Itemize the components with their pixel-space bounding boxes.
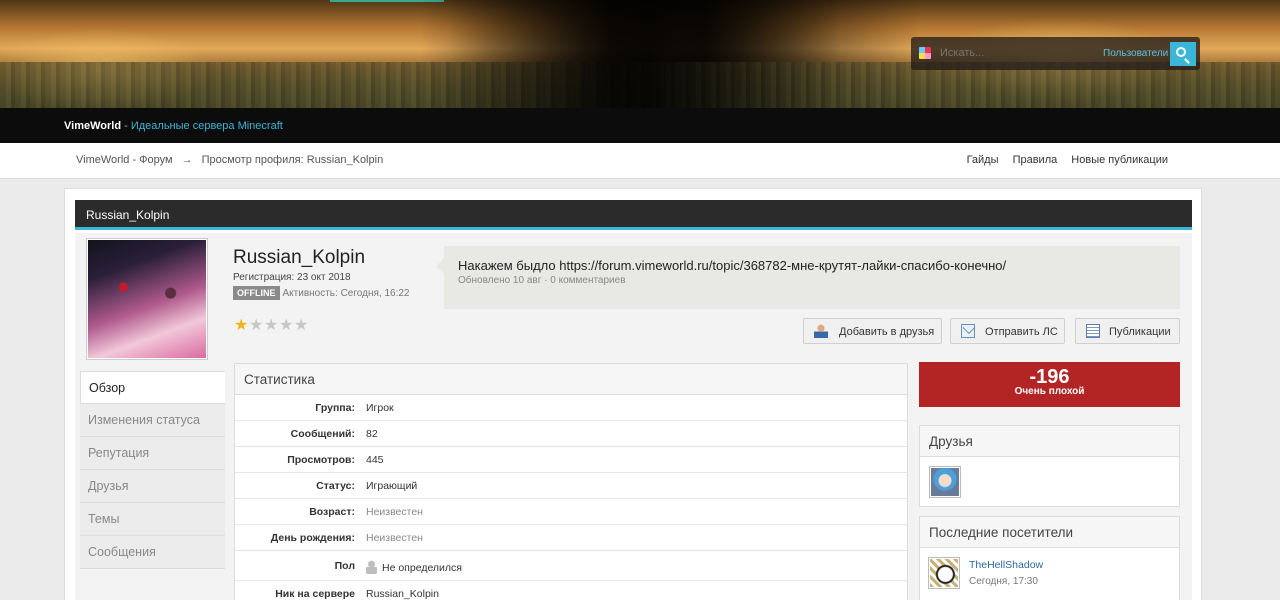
stats-key: Просмотров: xyxy=(287,454,355,466)
link-guides[interactable]: Гайды xyxy=(967,154,999,166)
stats-value: Игрок xyxy=(366,402,394,414)
stats-value: Неизвестен xyxy=(366,532,423,544)
stats-row: Просмотров: 445 xyxy=(235,447,907,473)
stats-row: День рождения: Неизвестен xyxy=(235,525,907,551)
tab-overview[interactable]: Обзор xyxy=(80,371,225,404)
profile-header: Russian_Kolpin xyxy=(75,200,1192,230)
profile-activity: OFFLINE Активность: Сегодня, 16:22 xyxy=(233,286,409,300)
visitor-avatar[interactable] xyxy=(928,557,960,589)
profile-name: Russian_Kolpin xyxy=(233,247,366,268)
search-input[interactable] xyxy=(940,42,1090,64)
breadcrumb-home[interactable]: VimeWorld - Форум xyxy=(76,154,173,166)
brand-bar: VimeWorld - Идеальные сервера Minecraft xyxy=(0,108,1280,143)
stats-key: Статус: xyxy=(316,480,355,492)
star-icon: ★ xyxy=(249,317,264,334)
recent-visitors-title: Последние посетители xyxy=(920,517,1179,548)
status-update: Накажем быдло https://forum.vimeworld.ru… xyxy=(436,246,1180,309)
stats-box: Статистика Группа: Игрок Сообщений: 82 Про… xyxy=(234,363,908,600)
search-box: Пользователи xyxy=(911,37,1200,70)
tab-reputation[interactable]: Репутация xyxy=(80,437,225,470)
friends-box: Друзья xyxy=(919,425,1180,507)
brand-separator: - xyxy=(121,120,131,132)
stats-key: День рождения: xyxy=(270,532,355,544)
brand-tagline: Идеальные сервера Minecraft xyxy=(130,120,283,132)
visitor-time: Сегодня, 17:30 xyxy=(969,576,1038,587)
activity-text: Активность: Сегодня, 16:22 xyxy=(282,288,410,299)
stats-value: 445 xyxy=(366,454,384,466)
send-message-label: Отправить ЛС xyxy=(985,326,1058,338)
friends-title: Друзья xyxy=(920,426,1179,457)
star-icon: ★ xyxy=(234,317,249,334)
profile-header-name: Russian_Kolpin xyxy=(86,208,170,222)
search-button[interactable] xyxy=(1170,42,1196,66)
add-user-icon xyxy=(814,324,828,338)
stats-value: Играющий xyxy=(366,480,418,492)
stats-key: Пол xyxy=(334,560,355,572)
breadcrumb-arrow-icon: → xyxy=(181,154,193,166)
star-icon: ★ xyxy=(264,317,279,334)
link-rules[interactable]: Правила xyxy=(1013,154,1058,166)
recent-visitors-box: Последние посетители TheHellShadow Сегод… xyxy=(919,516,1180,600)
banner-shadow xyxy=(420,0,840,108)
add-friend-button[interactable]: Добавить в друзья xyxy=(803,318,942,344)
stats-row: Пол Не определился xyxy=(235,551,907,581)
tab-topics[interactable]: Темы xyxy=(80,503,225,536)
envelope-icon xyxy=(961,324,975,338)
reputation-badge[interactable]: -196 Очень плохой xyxy=(919,362,1180,407)
stats-value: Russian_Kolpin xyxy=(366,588,439,600)
stats-row: Сообщений: 82 xyxy=(235,421,907,447)
star-icon: ★ xyxy=(279,317,294,334)
brand-name: VimeWorld xyxy=(64,120,122,132)
breadcrumb-current: Просмотр профиля: Russian_Kolpin xyxy=(201,154,384,166)
breadcrumb-bar: VimeWorld - Форум → Просмотр профиля: Russ… xyxy=(0,143,1280,310)
stats-value-gender: Не определился xyxy=(366,560,462,574)
star-icon: ★ xyxy=(294,317,309,334)
gender-unknown-icon xyxy=(366,560,377,574)
profile-sidenav: Обзор Изменения статуса Репутация Друзья… xyxy=(80,371,225,569)
search-scope-users[interactable]: Пользователи xyxy=(1103,48,1168,59)
gender-text: Не определился xyxy=(382,562,462,574)
brand[interactable]: VimeWorld - Идеальные сервера Minecraft xyxy=(64,120,283,132)
tab-status-changes[interactable]: Изменения статуса xyxy=(80,404,225,437)
search-icon xyxy=(1176,47,1186,57)
header-banner: Пользователи xyxy=(0,0,1280,108)
breadcrumb: VimeWorld - Форум → Просмотр профиля: Russ… xyxy=(76,154,383,166)
status-update-text: Накажем быдло https://forum.vimeworld.ru… xyxy=(458,258,1007,273)
rating-stars: ★★★★★ xyxy=(234,318,309,334)
friend-avatar-image xyxy=(931,468,959,496)
stats-key: Группа: xyxy=(315,402,355,414)
reputation-value: -196 xyxy=(1029,366,1070,388)
stats-row: Группа: Игрок xyxy=(235,395,907,421)
publications-button[interactable]: Публикации xyxy=(1075,318,1180,344)
link-new-posts[interactable]: Новые публикации xyxy=(1071,154,1168,166)
stats-row: Статус: Играющий xyxy=(235,473,907,499)
apps-grid-icon[interactable] xyxy=(919,47,931,59)
visitor-avatar-image xyxy=(930,559,958,587)
stats-value: 82 xyxy=(366,428,378,440)
stats-key: Сообщений: xyxy=(290,428,355,440)
add-friend-label: Добавить в друзья xyxy=(839,326,935,338)
stats-key: Возраст: xyxy=(309,506,355,518)
send-message-button[interactable]: Отправить ЛС xyxy=(950,318,1065,344)
friend-avatar[interactable] xyxy=(929,466,961,498)
stats-key: Ник на сервере xyxy=(275,588,355,600)
profile-registered: Регистрация: 23 окт 2018 xyxy=(233,272,351,283)
visitor-name[interactable]: TheHellShadow xyxy=(969,559,1043,571)
document-icon xyxy=(1086,324,1100,338)
tab-posts[interactable]: Сообщения xyxy=(80,536,225,569)
stats-value: Неизвестен xyxy=(366,506,423,518)
stats-row: Возраст: Неизвестен xyxy=(235,499,907,525)
stats-row: Ник на сервере Russian_Kolpin xyxy=(235,581,907,600)
reputation-label: Очень плохой xyxy=(1014,386,1085,397)
avatar-image xyxy=(88,240,206,358)
status-update-meta[interactable]: Обновлено 10 авг · 0 комментариев xyxy=(458,275,626,286)
top-links: Гайды Правила Новые публикации xyxy=(956,154,1168,166)
avatar[interactable] xyxy=(86,238,208,360)
tab-friends[interactable]: Друзья xyxy=(80,470,225,503)
publications-label: Публикации xyxy=(1109,326,1171,338)
online-status-badge: OFFLINE xyxy=(233,286,280,300)
stats-title: Статистика xyxy=(235,364,907,395)
